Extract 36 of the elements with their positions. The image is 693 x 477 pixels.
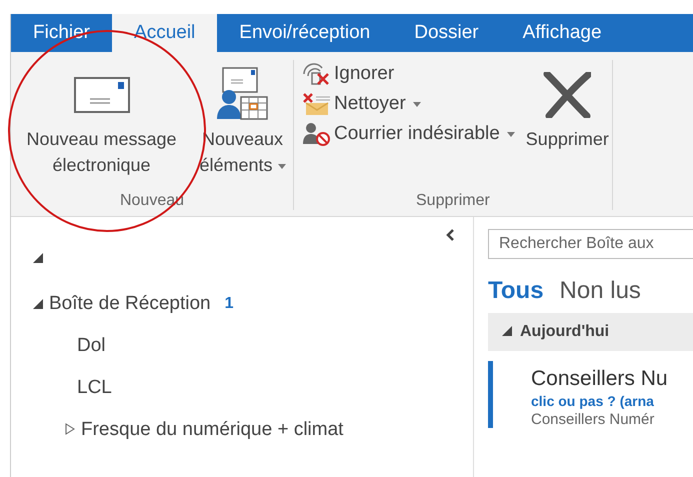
folder-name[interactable]: LCL [77, 377, 112, 399]
collapse-chevron-icon[interactable] [446, 229, 455, 241]
message-item[interactable]: Conseillers Nu clic ou pas ? (arna Conseillers Numér [488, 361, 693, 428]
ribbon-tab[interactable]: Dossier [392, 14, 501, 52]
blocked-person-icon [302, 122, 332, 146]
ribbon-button[interactable]: Nouveau message électronique [11, 60, 192, 182]
ribbon-tab[interactable]: Fichier [11, 14, 112, 52]
folder-name[interactable]: Fresque du numérique + climat [81, 419, 344, 441]
group-title: Aujourd'hui [520, 323, 610, 341]
expanded-triangle-icon[interactable] [33, 253, 43, 263]
folder-name[interactable]: Dol [77, 335, 106, 357]
message-sender: Conseillers Nu [531, 367, 669, 391]
group-header[interactable]: Aujourd'hui [488, 313, 693, 351]
ribbon-button[interactable]: Nettoyer [302, 92, 515, 116]
ribbon-button[interactable]: Supprimer [522, 60, 612, 156]
ribbon-button[interactable]: Ignorer [302, 62, 515, 86]
ribbon-button[interactable]: Courrier indésirable [302, 122, 515, 146]
filter-tab[interactable]: Non lus [560, 277, 641, 305]
ribbon-tab[interactable]: Affichage [500, 14, 624, 52]
delete-x-icon [543, 72, 592, 118]
message-subject: clic ou pas ? (arna [531, 393, 655, 409]
expanded-triangle-icon[interactable] [502, 326, 512, 336]
group-label: Supprimer [415, 191, 491, 210]
envelope-icon [74, 77, 130, 113]
collapsed-triangle-icon[interactable] [65, 423, 75, 435]
folder-name[interactable]: Boîte de Réception [49, 293, 211, 315]
message-preview: Conseillers Numér [531, 411, 656, 428]
search-field[interactable]: Rechercher Boîte aux [488, 229, 693, 259]
ribbon-tab[interactable]: Envoi/réception [217, 14, 392, 52]
envelope-person-calendar-icon [214, 67, 270, 123]
ignore-icon [302, 62, 332, 86]
ribbon-tab[interactable]: Accueil [112, 14, 218, 52]
expanded-triangle-icon[interactable] [33, 299, 43, 309]
filter-tab[interactable]: Tous [488, 277, 544, 305]
cleanup-folder-icon [302, 92, 332, 116]
unread-count: 1 [224, 295, 234, 313]
